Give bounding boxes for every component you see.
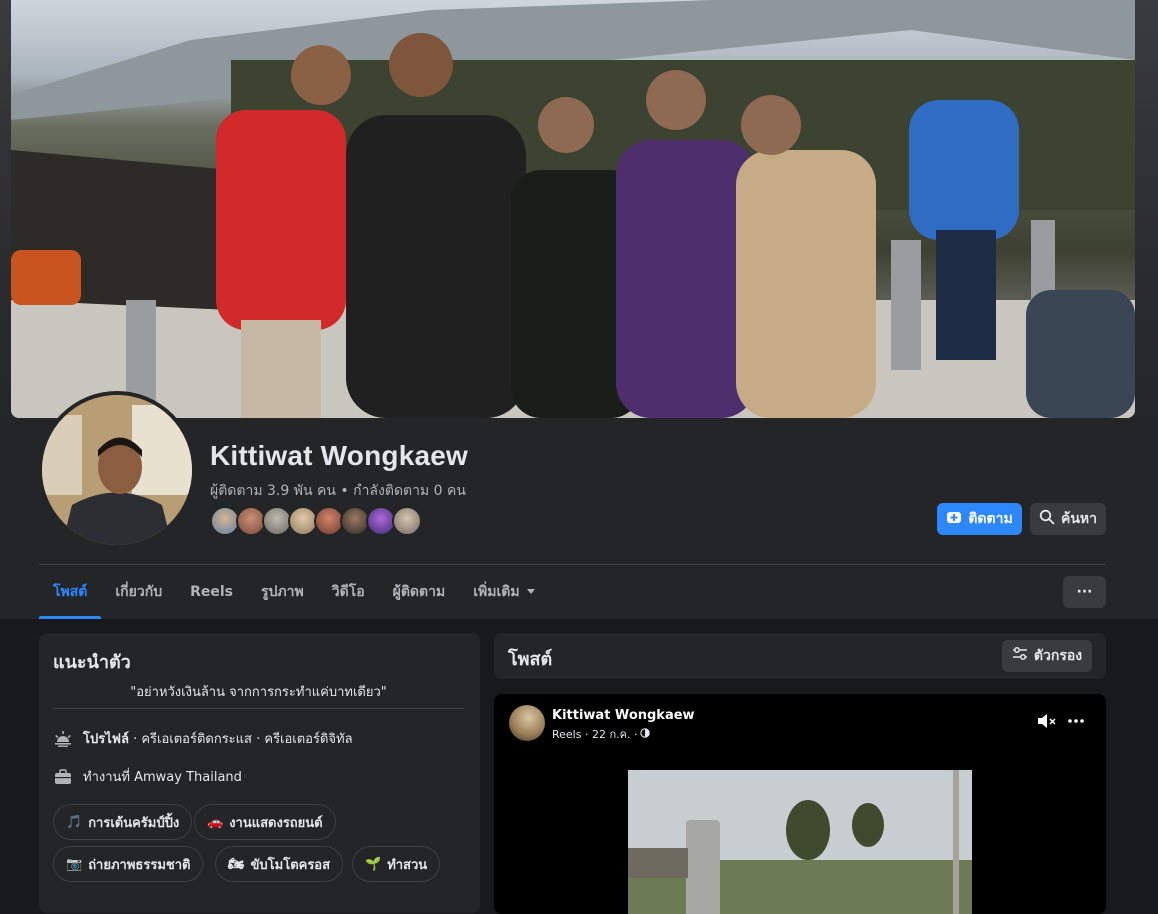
- intro-card: แนะนำตัว "อย่าหวังเงินล้าน จากการกระทำแค…: [39, 633, 480, 913]
- work-text: ทำงานที่ Amway Thailand: [83, 770, 242, 785]
- sunrise-icon: [53, 729, 73, 749]
- followers-count[interactable]: ผู้ติดตาม 3.9 พัน คน: [210, 483, 336, 499]
- filter-label: ตัวกรอง: [1033, 648, 1083, 664]
- motorbike-icon: 🏍: [228, 856, 245, 872]
- intro-bio: "อย่าหวังเงินล้าน จากการกระทำแค่บาทเดียว…: [130, 685, 387, 700]
- intro-title: แนะนำตัว: [53, 652, 131, 673]
- privacy-public-icon: [640, 727, 651, 741]
- tab-posts[interactable]: โพสต์: [39, 565, 102, 619]
- hobby-label: ทำสวน: [387, 857, 428, 873]
- hobby-chip[interactable]: 🌱 ทำสวน: [352, 846, 441, 882]
- separator: •: [340, 483, 349, 499]
- profile-name: Kittiwat Wongkaew: [210, 440, 469, 471]
- camera-icon: 📷: [66, 856, 83, 872]
- post-video[interactable]: [628, 770, 972, 914]
- profile-picture-frame[interactable]: [38, 391, 196, 549]
- profile-category-detail: · ครีเอเตอร์ติดกระแส · ครีเอเตอร์ดิจิทัล: [128, 732, 353, 747]
- search-button[interactable]: ค้นหา: [1030, 503, 1106, 535]
- post-author-avatar[interactable]: [509, 705, 545, 741]
- follow-label: ติดตาม: [968, 511, 1013, 527]
- tab-photos[interactable]: รูปภาพ: [247, 565, 318, 619]
- search-label: ค้นหา: [1060, 511, 1098, 527]
- tab-label: วิดีโอ: [331, 584, 365, 600]
- mute-icon[interactable]: [1036, 710, 1058, 732]
- briefcase-icon: [53, 767, 73, 787]
- hobby-chip[interactable]: 📷 ถ่ายภาพธรรมชาติ: [53, 846, 204, 882]
- tab-label: ผู้ติดตาม: [392, 584, 446, 600]
- followers-summary: ผู้ติดตาม 3.9 พัน คน • กำลังติดตาม 0 คน: [210, 480, 466, 502]
- music-note-icon: 🎵: [66, 814, 83, 830]
- tab-label: Reels: [190, 584, 233, 600]
- hobby-chip[interactable]: 🎵 การเต้นครัมป์ปิ้ง: [53, 804, 193, 840]
- post-meta-text[interactable]: Reels · 22 ก.ค. ·: [552, 725, 637, 743]
- tab-videos[interactable]: วิดีโอ: [318, 565, 379, 619]
- following-count[interactable]: กำลังติดตาม 0 คน: [353, 483, 466, 499]
- add-friend-icon: [946, 509, 962, 529]
- tab-followers[interactable]: ผู้ติดตาม: [379, 565, 460, 619]
- car-icon: 🚗: [207, 814, 224, 830]
- tab-label: เพิ่มเติม: [473, 584, 520, 600]
- hobby-chip[interactable]: 🏍 ขับโมโตครอส: [215, 846, 344, 882]
- more-options-button[interactable]: ···: [1063, 576, 1106, 608]
- hobby-label: ถ่ายภาพธรรมชาติ: [88, 857, 191, 873]
- hobby-label: การเต้นครัมป์ปิ้ง: [88, 815, 180, 831]
- intro-divider: [53, 708, 464, 709]
- post-card: Kittiwat Wongkaew Reels · 22 ก.ค. ·: [494, 694, 1106, 914]
- hobby-label: งานแสดงรถยนต์: [229, 815, 323, 831]
- sliders-icon: [1012, 646, 1028, 666]
- filter-button[interactable]: ตัวกรอง: [1002, 640, 1092, 672]
- intro-work-row: ทำงานที่ Amway Thailand: [53, 766, 242, 787]
- sprout-icon: 🌱: [365, 856, 382, 872]
- tab-label: โพสต์: [53, 584, 88, 600]
- intro-profile-row: โปรไฟล์ · ครีเอเตอร์ติดกระแส · ครีเอเตอร…: [53, 728, 353, 749]
- hobby-chip[interactable]: 🚗 งานแสดงรถยนต์: [194, 804, 336, 840]
- post-meta: Reels · 22 ก.ค. ·: [552, 725, 651, 743]
- profile-category-label: โปรไฟล์: [83, 732, 129, 747]
- tab-label: เกี่ยวกับ: [115, 584, 163, 600]
- follow-button[interactable]: ติดตาม: [937, 503, 1022, 535]
- profile-tabs: โพสต์ เกี่ยวกับ Reels รูปภาพ วิดีโอ ผู้ต…: [39, 565, 550, 619]
- tab-reels[interactable]: Reels: [176, 565, 247, 619]
- hobby-label: ขับโมโตครอส: [250, 857, 331, 873]
- tab-label: รูปภาพ: [261, 584, 304, 600]
- tab-more[interactable]: เพิ่มเติม: [459, 565, 549, 619]
- post-options-icon[interactable]: [1065, 710, 1087, 732]
- posts-title: โพสต์: [508, 649, 553, 670]
- caret-down-icon: [526, 584, 536, 600]
- post-author-name[interactable]: Kittiwat Wongkaew: [552, 708, 695, 723]
- search-icon: [1039, 509, 1055, 529]
- tab-about[interactable]: เกี่ยวกับ: [101, 565, 176, 619]
- ellipsis-icon: ···: [1076, 584, 1093, 600]
- profile-picture[interactable]: [42, 395, 192, 545]
- cover-photo[interactable]: [11, 0, 1135, 418]
- follower-avatar[interactable]: [392, 506, 422, 536]
